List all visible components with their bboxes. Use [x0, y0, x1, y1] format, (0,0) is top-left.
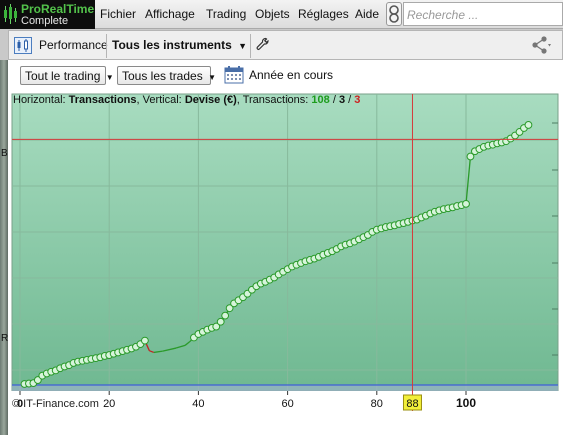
menu-objets[interactable]: Objets: [255, 7, 290, 21]
equity-curve-chart[interactable]: 0 20 40 60 80 100 88: [10, 93, 559, 411]
trading-dropdown-value: Tout le trading: [25, 69, 101, 83]
chevron-down-icon: ▼: [238, 41, 248, 51]
cursor-x-label: 88: [406, 398, 418, 410]
plot-area: [11, 93, 559, 392]
trade-point[interactable]: [216, 317, 225, 326]
wrench-icon[interactable]: [256, 37, 270, 54]
x-tick-label: 60: [281, 398, 293, 410]
trading-dropdown[interactable]: Tout le trading ▼: [20, 66, 114, 85]
menu-reglages[interactable]: Réglages: [298, 7, 349, 21]
chain-icon: [389, 5, 399, 23]
legend-loser-count: 3: [354, 94, 361, 106]
menu-fichier[interactable]: Fichier: [100, 7, 136, 21]
legend-vertical-value: Devise (€): [184, 94, 237, 106]
x-tick-label: 20: [103, 398, 115, 410]
instrument-selector-label: Tous les instruments: [112, 38, 232, 52]
calendar-glyph: [224, 66, 244, 84]
trades-dropdown-value: Tous les trades: [122, 69, 203, 83]
trade-point[interactable]: [524, 121, 533, 129]
background-window-edge: B R: [0, 60, 8, 435]
legend-vertical-prefix: , Vertical:: [136, 94, 182, 106]
edge-letter: B: [1, 148, 8, 159]
toolbar-divider: [250, 34, 251, 58]
app-logo[interactable]: ProRealTime Complete: [0, 0, 95, 29]
chevron-down-icon: ▼: [105, 73, 114, 82]
wrench-glyph: [256, 37, 269, 50]
trade-point[interactable]: [140, 336, 149, 345]
x-tick-label: 40: [192, 398, 204, 410]
menu-trading[interactable]: Trading: [206, 7, 246, 21]
share-icon[interactable]: [531, 35, 553, 60]
candlestick-icon: [4, 4, 18, 25]
app-name: ProRealTime: [21, 2, 95, 16]
copyright-watermark: © IT-Finance.com: [12, 398, 99, 410]
trades-dropdown[interactable]: Tous les trades ▼: [117, 66, 216, 85]
calendar-icon[interactable]: [224, 65, 244, 84]
legend-sep: /: [329, 94, 339, 106]
performance-label[interactable]: Performance: [39, 38, 108, 52]
x-tick-label: 100: [456, 396, 476, 410]
legend-sep: /: [345, 94, 355, 106]
menu-affichage[interactable]: Affichage: [145, 7, 195, 21]
period-label[interactable]: Année en cours: [249, 68, 333, 82]
menu-aide[interactable]: Aide: [355, 7, 379, 21]
trade-point[interactable]: [221, 311, 230, 320]
legend-horizontal-value: Transactions: [68, 94, 137, 106]
below-baseline-band: [12, 385, 558, 391]
trade-point[interactable]: [462, 199, 470, 208]
menu-bar: ProRealTime Complete Fichier Affichage T…: [0, 0, 563, 29]
search-input[interactable]: Recherche ...: [403, 2, 563, 26]
app-edition: Complete: [21, 15, 69, 27]
performance-toolbar: Performance Tous les instruments ▼: [8, 30, 563, 60]
legend-total-count: 108: [311, 94, 330, 106]
toolbar-divider: [106, 34, 107, 58]
link-icon[interactable]: [386, 2, 402, 26]
performance-icon[interactable]: [14, 37, 32, 54]
candles-icon: [17, 39, 28, 52]
chart-legend: Horizontal: Transactions, Vertical: Devi…: [13, 94, 360, 106]
share-glyph: [532, 36, 551, 54]
x-tick-label: 80: [371, 398, 383, 410]
legend-transactions-prefix: , Transactions:: [236, 94, 309, 106]
instrument-selector[interactable]: Tous les instruments ▼: [112, 38, 247, 52]
legend-horizontal-prefix: Horizontal:: [13, 94, 66, 106]
chevron-down-icon: ▼: [208, 73, 216, 82]
